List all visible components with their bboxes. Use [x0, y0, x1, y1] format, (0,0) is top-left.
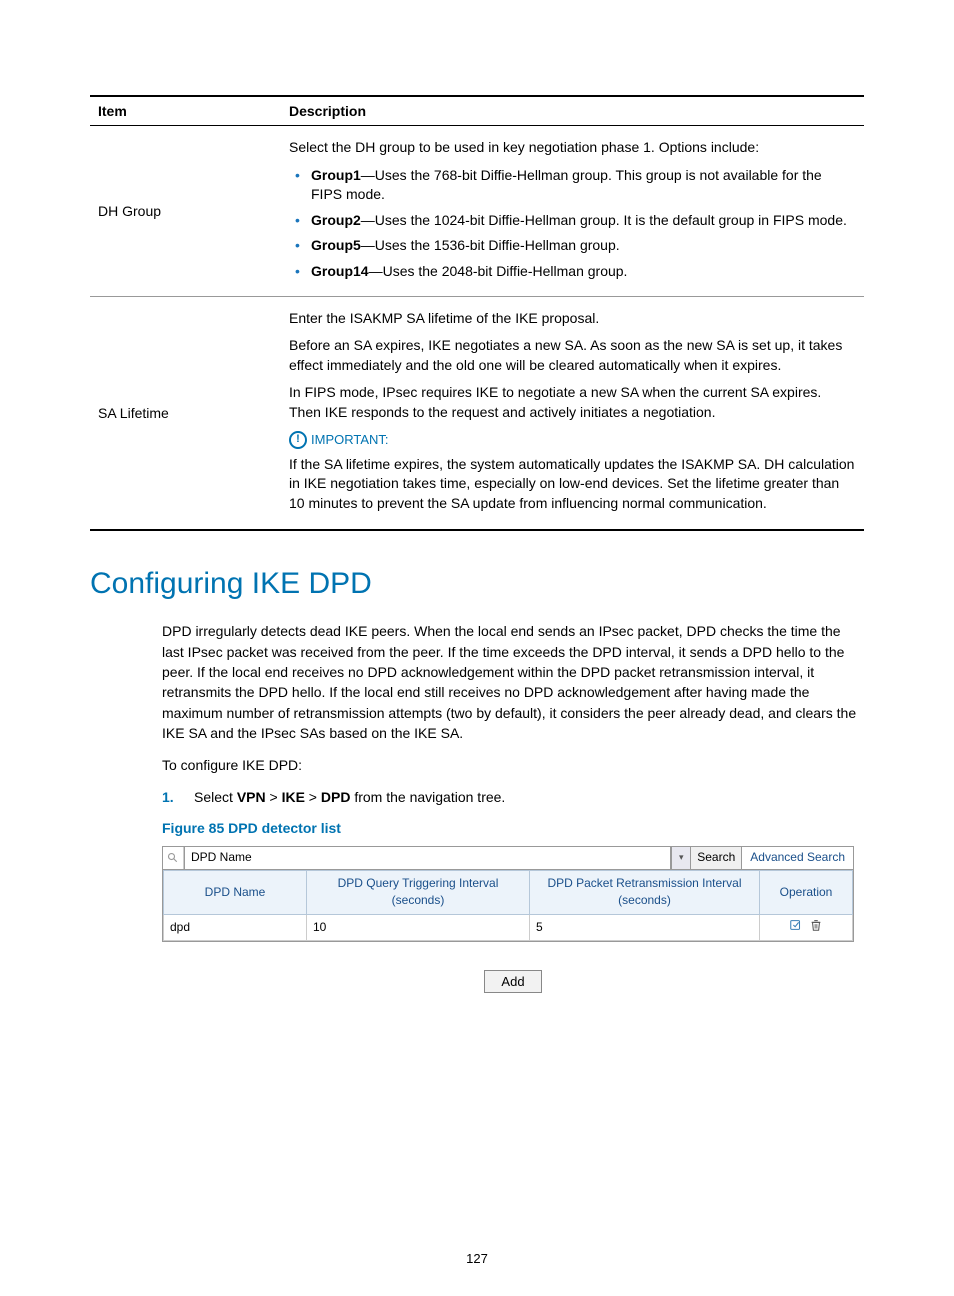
dh-intro: Select the DH group to be used in key ne…: [289, 138, 856, 158]
step-text: Select VPN > IKE > DPD from the navigati…: [194, 787, 505, 807]
config-items-table: Item Description DH Group Select the DH …: [90, 95, 864, 531]
bullet-text: —Uses the 768-bit Diffie-Hellman group. …: [311, 167, 822, 203]
table-row: DH Group Select the DH group to be used …: [90, 126, 864, 297]
row-item-dh-group: DH Group: [90, 126, 281, 297]
important-label: IMPORTANT:: [311, 432, 389, 447]
row-item-sa-lifetime: SA Lifetime: [90, 296, 281, 530]
important-text: If the SA lifetime expires, the system a…: [289, 455, 856, 514]
step-number: 1.: [162, 787, 180, 807]
bullet-text: —Uses the 1536-bit Diffie-Hellman group.: [361, 237, 620, 253]
trash-icon[interactable]: [809, 918, 823, 937]
bullet-text: —Uses the 2048-bit Diffie-Hellman group.: [369, 263, 628, 279]
important-callout: ! IMPORTANT:: [289, 431, 856, 449]
th-description: Description: [281, 96, 864, 126]
col-dpd-name: DPD Name: [164, 870, 307, 914]
search-field-label[interactable]: DPD Name: [184, 847, 671, 869]
sa-p1: Enter the ISAKMP SA lifetime of the IKE …: [289, 309, 856, 329]
sa-p2: Before an SA expires, IKE negotiates a n…: [289, 336, 856, 375]
cell-operation: [760, 914, 853, 940]
dpd-data-table: DPD Name DPD Query Triggering Interval (…: [163, 870, 853, 941]
bullet-label: Group5: [311, 237, 361, 253]
col-operation: Operation: [760, 870, 853, 914]
table-row: dpd 10 5: [164, 914, 853, 940]
th-item: Item: [90, 96, 281, 126]
add-button[interactable]: Add: [484, 970, 541, 993]
bullet-text: —Uses the 1024-bit Diffie-Hellman group.…: [361, 212, 847, 228]
search-icon: [163, 847, 184, 869]
section-heading: Configuring IKE DPD: [90, 567, 864, 601]
advanced-search-link[interactable]: Advanced Search: [742, 847, 853, 869]
step-1: 1. Select VPN > IKE > DPD from the navig…: [162, 787, 864, 807]
dpd-list-figure: DPD Name ▾ Search Advanced Search DPD Na…: [162, 846, 854, 942]
edit-icon[interactable]: [789, 918, 803, 937]
row-desc-dh-group: Select the DH group to be used in key ne…: [281, 126, 864, 297]
row-desc-sa-lifetime: Enter the ISAKMP SA lifetime of the IKE …: [281, 296, 864, 530]
col-retrans-interval: DPD Packet Retransmission Interval (seco…: [530, 870, 760, 914]
bullet-label: Group2: [311, 212, 361, 228]
cell-query-interval: 10: [307, 914, 530, 940]
col-query-interval: DPD Query Triggering Interval (seconds): [307, 870, 530, 914]
dpd-description: DPD irregularly detects dead IKE peers. …: [162, 621, 864, 743]
figure-caption: Figure 85 DPD detector list: [162, 818, 864, 838]
bullet-label: Group14: [311, 263, 369, 279]
dh-bullet-list: Group1—Uses the 768-bit Diffie-Hellman g…: [289, 166, 856, 282]
page-number: 127: [0, 1251, 954, 1266]
dpd-config-intro: To configure IKE DPD:: [162, 755, 864, 775]
dropdown-icon[interactable]: ▾: [671, 847, 691, 869]
important-icon: !: [289, 431, 307, 449]
bullet-label: Group1: [311, 167, 361, 183]
search-button[interactable]: Search: [691, 847, 742, 869]
cell-dpd-name: dpd: [164, 914, 307, 940]
search-bar: DPD Name ▾ Search Advanced Search: [163, 847, 853, 870]
sa-p3: In FIPS mode, IPsec requires IKE to nego…: [289, 383, 856, 422]
step-list: 1. Select VPN > IKE > DPD from the navig…: [162, 787, 864, 807]
cell-retrans-interval: 5: [530, 914, 760, 940]
table-row: SA Lifetime Enter the ISAKMP SA lifetime…: [90, 296, 864, 530]
